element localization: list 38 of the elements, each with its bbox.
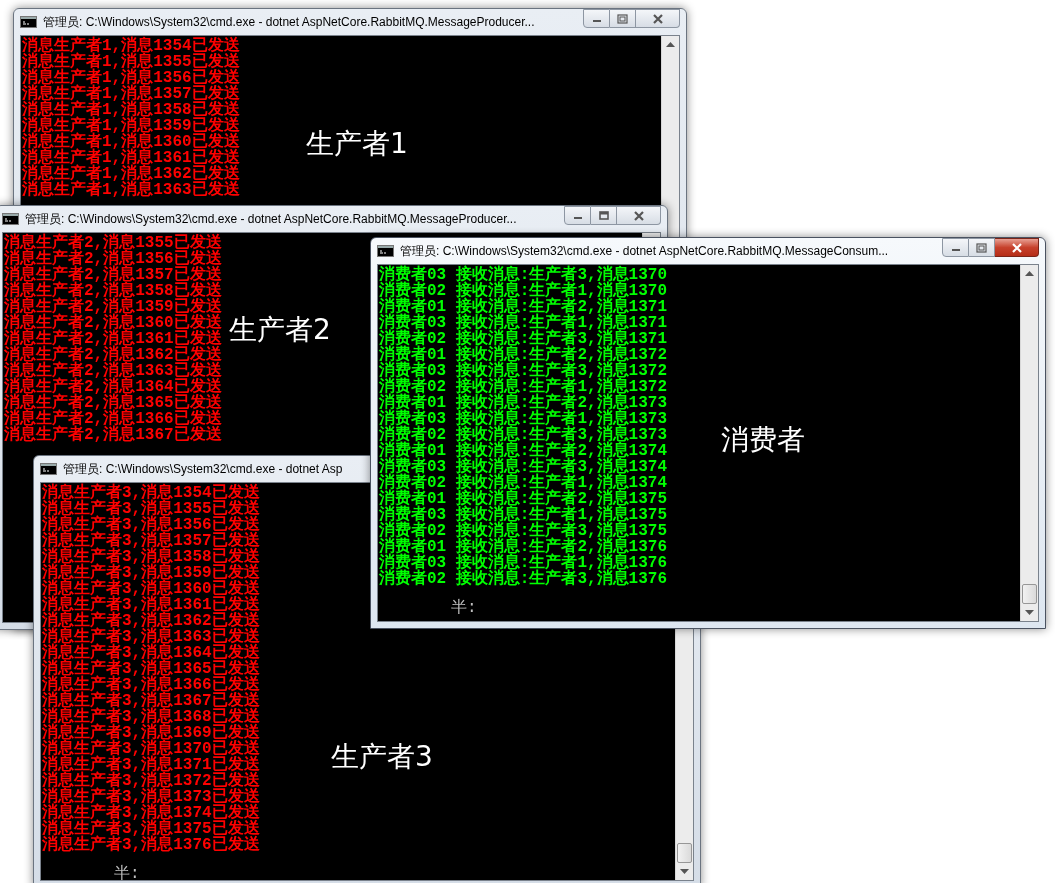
console-line: 消息生产者3,消息1376已发送 bbox=[42, 837, 260, 853]
minimize-button[interactable] bbox=[583, 9, 610, 28]
maximize-icon bbox=[598, 211, 609, 220]
restore-icon bbox=[617, 13, 628, 24]
scroll-up-arrow-icon[interactable] bbox=[666, 42, 675, 47]
restore-button[interactable] bbox=[969, 238, 995, 257]
minimize-button[interactable] bbox=[942, 238, 969, 257]
close-icon bbox=[1010, 242, 1023, 253]
maximize-button[interactable] bbox=[591, 206, 617, 225]
scrollbar-thumb[interactable] bbox=[1022, 584, 1037, 604]
close-button[interactable] bbox=[995, 238, 1039, 257]
command-prompt: 半: bbox=[451, 601, 477, 615]
console-icon bbox=[40, 463, 57, 475]
console-icon bbox=[377, 245, 394, 257]
console-line: 消费者02 接收消息:生产者3,消息1376 bbox=[379, 571, 667, 587]
console-line: 消息生产者2,消息1367已发送 bbox=[4, 427, 222, 443]
restore-icon bbox=[976, 242, 987, 253]
close-button[interactable] bbox=[617, 206, 661, 225]
scroll-down-arrow-icon[interactable] bbox=[1025, 610, 1034, 615]
console-icon bbox=[20, 16, 37, 28]
window-title: 管理员: C:\Windows\System32\cmd.exe - dotnet Asp bbox=[63, 460, 343, 478]
command-prompt: 半: bbox=[114, 867, 140, 880]
scroll-up-arrow-icon[interactable] bbox=[1025, 271, 1034, 276]
annotation-label: 生产者1 bbox=[306, 127, 408, 161]
scrollbar-thumb[interactable] bbox=[677, 843, 692, 863]
close-button[interactable] bbox=[636, 9, 680, 28]
minimize-button[interactable] bbox=[564, 206, 591, 225]
restore-button[interactable] bbox=[610, 9, 636, 28]
annotation-label: 生产者3 bbox=[331, 740, 433, 774]
close-icon bbox=[632, 210, 645, 221]
scroll-down-arrow-icon[interactable] bbox=[680, 869, 689, 874]
close-icon bbox=[651, 13, 664, 24]
window-title: 管理员: C:\Windows\System32\cmd.exe - dotnet AspNetCore.RabbitMQ.MessageProducer... bbox=[43, 13, 535, 31]
annotation-label: 消费者 bbox=[721, 423, 805, 457]
console-line: 消息生产者1,消息1363已发送 bbox=[22, 182, 240, 198]
window-title: 管理员: C:\Windows\System32\cmd.exe - dotnet AspNetCore.RabbitMQ.MessageProducer... bbox=[25, 210, 517, 228]
annotation-label: 生产者2 bbox=[229, 313, 331, 347]
window-title: 管理员: C:\Windows\System32\cmd.exe - dotnet AspNetCore.RabbitMQ.MessageConsum... bbox=[400, 242, 889, 260]
